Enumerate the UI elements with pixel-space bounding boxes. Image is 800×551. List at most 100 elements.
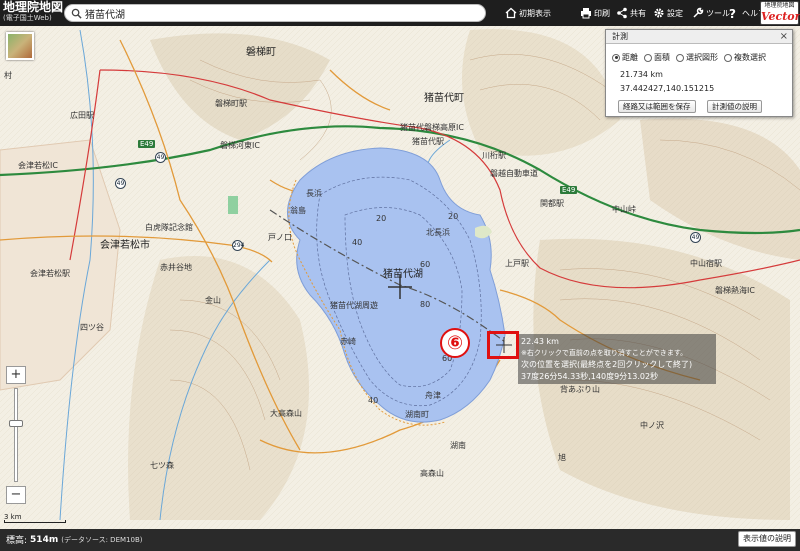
zoom-slider-track[interactable] <box>14 388 18 482</box>
help-icon: ? <box>729 7 736 19</box>
print-button[interactable]: 印刷 <box>580 4 610 22</box>
display-value-help-button[interactable]: 表示値の説明 <box>738 531 796 547</box>
depth-label: 60 <box>420 260 431 269</box>
home-button[interactable]: 初期表示 <box>505 4 551 22</box>
lake-name-label: 猪苗代湖 <box>383 269 423 280</box>
scale-bar-line <box>4 520 66 523</box>
share-label: 共有 <box>630 8 646 18</box>
expressway-sign: E49 <box>560 186 578 194</box>
tools-button[interactable]: ツール <box>692 4 730 22</box>
map-label: 翁島 <box>290 206 306 215</box>
map-app: 猪苗代湖 磐梯町 猪苗代町 会津若松市 長浜 翁島 北長浜 湖南町 磐越自動車道… <box>0 0 800 551</box>
map-label: 磐梯町駅 <box>215 99 247 108</box>
map-label: 湖南町 <box>405 410 429 419</box>
layer-switcher-thumbnail[interactable] <box>6 32 34 60</box>
brand-bottom: Vector <box>761 10 800 23</box>
map-label: 上戸駅 <box>505 259 529 268</box>
map-label: 大高森山 <box>270 409 302 418</box>
map-label: 猪苗代湖周遊 <box>330 301 378 310</box>
map-label: 猪苗代町 <box>424 93 464 104</box>
map-label: 猪苗代磐梯高原IC <box>400 123 464 132</box>
elevation-label: 標高: <box>6 536 28 546</box>
map-label: 白虎隊記念館 <box>145 223 193 232</box>
app-logo[interactable]: 地理院地図 (電子国土Web) <box>3 0 64 25</box>
mode-area[interactable]: 面積 <box>644 52 670 63</box>
search-input[interactable] <box>85 6 475 20</box>
highlight-box <box>487 331 519 359</box>
close-icon[interactable]: × <box>780 30 788 43</box>
map-label: 四ツ谷 <box>80 323 104 332</box>
mode-label: 距離 <box>622 53 638 62</box>
settings-button[interactable]: 設定 <box>653 4 683 22</box>
route-sign: 49 <box>690 232 701 243</box>
map-label: 磐梯熱海IC <box>715 286 755 295</box>
elevation-display: 標高: 514m (データソース: DEM10B) <box>6 533 142 547</box>
depth-label: 40 <box>352 238 363 247</box>
map-label: 舟津 <box>425 391 441 400</box>
tools-label: ツール <box>706 8 730 18</box>
map-label: 磐梯町 <box>246 47 276 58</box>
top-bar: 地理院地図 (電子国土Web) 初期表示 印刷 共有 設定 <box>0 0 800 26</box>
zoom-in-button[interactable]: + <box>6 366 26 384</box>
map-label: 赤崎 <box>340 337 356 346</box>
measure-mode-group: 距離 面積 選択図形 複数選択 <box>612 52 766 63</box>
mode-label: 複数選択 <box>734 53 766 62</box>
brand-top: 地理院地図 <box>764 2 795 9</box>
mode-multi-select[interactable]: 複数選択 <box>724 52 766 63</box>
vector-brand-badge[interactable]: 地理院地図 Vector <box>760 1 800 25</box>
app-title: 地理院地図 <box>3 0 64 14</box>
search-icon <box>71 8 82 19</box>
map-label: 旭 <box>558 453 566 462</box>
share-icon <box>617 7 627 19</box>
radio-icon[interactable] <box>676 53 684 62</box>
tooltip-line: ※右クリックで直前の点を取り消すことができます。 <box>521 348 688 357</box>
radio-icon[interactable] <box>612 53 620 62</box>
radio-icon[interactable] <box>724 53 732 62</box>
map-label: 中山峠 <box>612 205 636 214</box>
svg-text:?: ? <box>729 7 736 19</box>
map-label: 中ノ沢 <box>640 421 664 430</box>
map-label: 関都駅 <box>540 199 564 208</box>
depth-label: 20 <box>448 212 459 221</box>
map-label: 赤井谷地 <box>160 263 192 272</box>
map-label: 中山宿駅 <box>690 259 722 268</box>
zoom-control: + − <box>6 366 26 506</box>
depth-label: 20 <box>376 214 387 223</box>
route-sign: 49 <box>155 152 166 163</box>
zoom-out-button[interactable]: − <box>6 486 26 504</box>
measure-panel-header: 計測 × <box>606 30 792 44</box>
measure-panel: 計測 × 距離 面積 選択図形 複数選択 21.734 km 37.442427… <box>605 29 793 117</box>
map-label: 会津若松IC <box>18 161 58 170</box>
measure-help-button[interactable]: 計測値の説明 <box>707 100 762 113</box>
map-label: 七ツ森 <box>150 461 174 470</box>
save-route-button[interactable]: 経路又は範囲を保存 <box>618 100 696 113</box>
route-sign: 294 <box>232 240 245 251</box>
zoom-slider-handle[interactable] <box>9 420 23 427</box>
map-label: 金山 <box>205 296 221 305</box>
map-label: 磐梯河東IC <box>220 141 260 150</box>
app-subtitle: (電子国土Web) <box>3 14 52 22</box>
map-label: 長浜 <box>306 189 322 198</box>
mode-selected-shape[interactable]: 選択図形 <box>676 52 718 63</box>
tooltip-line: 22.43 km <box>521 337 559 346</box>
radio-icon[interactable] <box>644 53 652 62</box>
print-label: 印刷 <box>594 8 610 18</box>
share-button[interactable]: 共有 <box>616 4 646 22</box>
tooltip-line: 次の位置を選択(最終点を2回クリックして終了) <box>521 360 693 369</box>
mode-label: 面積 <box>654 53 670 62</box>
measured-coordinates: 37.442427,140.151215 <box>620 84 715 93</box>
measured-distance: 21.734 km <box>620 70 663 79</box>
mode-distance[interactable]: 距離 <box>612 52 638 63</box>
map-label: 広田駅 <box>70 111 94 120</box>
search-box[interactable] <box>64 4 486 22</box>
map-label: 北長浜 <box>426 228 450 237</box>
depth-label: 40 <box>368 396 379 405</box>
map-label: 湖南 <box>450 441 466 450</box>
map-label: 川桁駅 <box>482 151 506 160</box>
measure-panel-title: 計測 <box>612 32 628 41</box>
map-label: 戸ノ口 <box>268 233 292 242</box>
map-label: 磐越自動車道 <box>490 169 538 178</box>
gear-icon <box>654 8 664 18</box>
wrench-icon <box>693 7 704 18</box>
elevation-value: 514m <box>30 534 59 545</box>
